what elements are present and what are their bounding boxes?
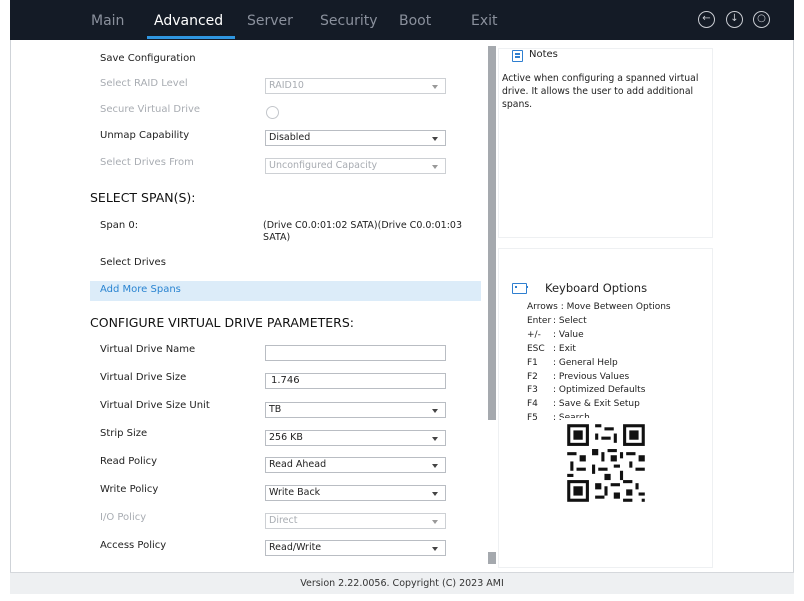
back-icon[interactable]: ← xyxy=(698,11,715,28)
select-raid-level-label: Select RAID Level xyxy=(100,78,188,89)
keyboard-icon xyxy=(512,283,528,294)
keyboard-option-row: +/- : Value xyxy=(527,329,671,343)
key-description: : Save & Exit Setup xyxy=(553,399,640,410)
chevron-down-icon xyxy=(432,492,438,496)
scrollbar-thumb[interactable] xyxy=(488,46,496,420)
qr-code-icon xyxy=(561,418,651,508)
key-description: : Move Between Options xyxy=(560,302,671,312)
io-policy-value: Direct xyxy=(269,515,298,526)
tab-main[interactable]: Main xyxy=(91,12,124,30)
keyboard-option-row: Enter: Select xyxy=(527,315,671,329)
key-description: : Optimized Defaults xyxy=(553,385,646,396)
key-description: : Value xyxy=(553,329,584,340)
key-name: F4 xyxy=(527,399,538,410)
key-description: : Select xyxy=(553,315,587,326)
write-policy-dropdown[interactable]: Write Back xyxy=(265,485,446,501)
settings-panel: Save Configuration Select RAID Level RAI… xyxy=(11,40,496,572)
write-policy-label: Write Policy xyxy=(100,484,159,495)
keyboard-option-row: F4 : Save & Exit Setup xyxy=(527,398,671,412)
virtual-drive-size-unit-dropdown[interactable]: TB xyxy=(265,402,446,418)
access-policy-label: Access Policy xyxy=(100,540,167,551)
notes-icon xyxy=(512,50,523,62)
strip-size-dropdown[interactable]: 256 KB xyxy=(265,430,446,446)
unmap-capability-label: Unmap Capability xyxy=(100,130,190,141)
unmap-capability-dropdown[interactable]: Disabled xyxy=(265,130,446,146)
active-tab-indicator xyxy=(147,36,235,39)
unmap-capability-value: Disabled xyxy=(269,132,311,143)
read-policy-dropdown[interactable]: Read Ahead xyxy=(265,457,446,473)
keyboard-options-title: Keyboard Options xyxy=(545,281,648,295)
access-policy-dropdown[interactable]: Read/Write xyxy=(265,540,446,556)
add-more-spans-label: Add More Spans xyxy=(100,284,181,295)
io-policy-label: I/O Policy xyxy=(100,512,147,523)
keyboard-option-row: Arrows: Move Between Options xyxy=(527,301,671,315)
secure-virtual-drive-radio xyxy=(266,106,279,119)
chevron-down-icon xyxy=(432,464,438,468)
keyboard-option-row: F3 : Optimized Defaults xyxy=(527,384,671,398)
key-name: F1 xyxy=(527,357,538,368)
scrollbar-end[interactable] xyxy=(488,552,496,564)
virtual-drive-size-input[interactable]: 1.746 xyxy=(265,373,446,389)
main-frame: Save Configuration Select RAID Level RAI… xyxy=(10,40,794,572)
chevron-down-icon xyxy=(432,137,438,141)
select-drives-item[interactable]: Select Drives xyxy=(100,256,166,270)
key-name: +/- xyxy=(527,329,541,340)
chevron-down-icon xyxy=(432,437,438,441)
virtual-drive-size-unit-value: TB xyxy=(269,404,282,415)
key-name: F3 xyxy=(527,385,538,396)
select-drives-from-value: Unconfigured Capacity xyxy=(269,160,378,171)
key-description: : Previous Values xyxy=(553,371,630,382)
key-name: ESC xyxy=(527,343,545,354)
keyboard-options-list: Arrows: Move Between Options Enter: Sele… xyxy=(527,301,671,426)
keyboard-option-row: ESC : Exit xyxy=(527,343,671,357)
configure-parameters-heading: CONFIGURE VIRTUAL DRIVE PARAMETERS: xyxy=(90,315,354,330)
virtual-drive-size-unit-label: Virtual Drive Size Unit xyxy=(100,400,210,411)
notes-text: Active when configuring a spanned virtua… xyxy=(502,73,699,110)
virtual-drive-size-label: Virtual Drive Size xyxy=(100,372,187,383)
secure-virtual-drive-label: Secure Virtual Drive xyxy=(100,104,201,115)
select-drives-from-dropdown: Unconfigured Capacity xyxy=(265,158,446,174)
key-name: Enter xyxy=(527,315,552,326)
tab-exit[interactable]: Exit xyxy=(471,12,498,30)
tab-server[interactable]: Server xyxy=(247,12,293,30)
read-policy-value: Read Ahead xyxy=(269,459,327,470)
key-description: : General Help xyxy=(553,357,618,368)
notes-title: Notes xyxy=(529,49,558,60)
io-policy-dropdown: Direct xyxy=(265,513,446,529)
add-more-spans-item[interactable]: Add More Spans xyxy=(90,281,481,301)
top-nav-bar: Main Advanced Server Security Boot Exit … xyxy=(10,0,794,40)
help-panel: Notes Active when configuring a spanned … xyxy=(498,40,713,572)
tab-security[interactable]: Security xyxy=(320,12,378,30)
key-name: F5 xyxy=(527,413,538,424)
chevron-down-icon xyxy=(432,165,438,169)
select-raid-level-value: RAID10 xyxy=(269,80,304,91)
footer-version: Version 2.22.0056. Copyright (C) 2023 AM… xyxy=(10,572,794,594)
key-description: : Exit xyxy=(553,343,576,354)
keyboard-option-row: F1 : General Help xyxy=(527,357,671,371)
tab-boot[interactable]: Boot xyxy=(399,12,431,30)
keyboard-option-row: F2 : Previous Values xyxy=(527,371,671,385)
chevron-down-icon xyxy=(432,520,438,524)
key-name: F2 xyxy=(527,371,538,382)
write-policy-value: Write Back xyxy=(269,487,321,498)
read-policy-label: Read Policy xyxy=(100,456,158,467)
tab-advanced[interactable]: Advanced xyxy=(154,12,223,30)
strip-size-value: 256 KB xyxy=(269,432,303,443)
select-raid-level-dropdown: RAID10 xyxy=(265,78,446,94)
chevron-down-icon xyxy=(432,409,438,413)
key-name: Arrows xyxy=(527,302,558,312)
select-spans-heading: SELECT SPAN(S): xyxy=(90,190,196,205)
save-icon[interactable]: ↓ xyxy=(726,11,743,28)
virtual-drive-name-input[interactable] xyxy=(265,345,446,361)
span0-label: Span 0: xyxy=(100,220,139,231)
chevron-down-icon xyxy=(432,85,438,89)
virtual-drive-name-label: Virtual Drive Name xyxy=(100,344,196,355)
span0-value: (Drive C0.0:01:02 SATA)(Drive C0.0:01:03… xyxy=(263,220,463,243)
search-icon[interactable]: ○ xyxy=(753,11,770,28)
access-policy-value: Read/Write xyxy=(269,542,322,553)
select-drives-from-label: Select Drives From xyxy=(100,157,194,168)
save-configuration-item[interactable]: Save Configuration xyxy=(100,52,196,66)
strip-size-label: Strip Size xyxy=(100,428,148,439)
chevron-down-icon xyxy=(432,547,438,551)
